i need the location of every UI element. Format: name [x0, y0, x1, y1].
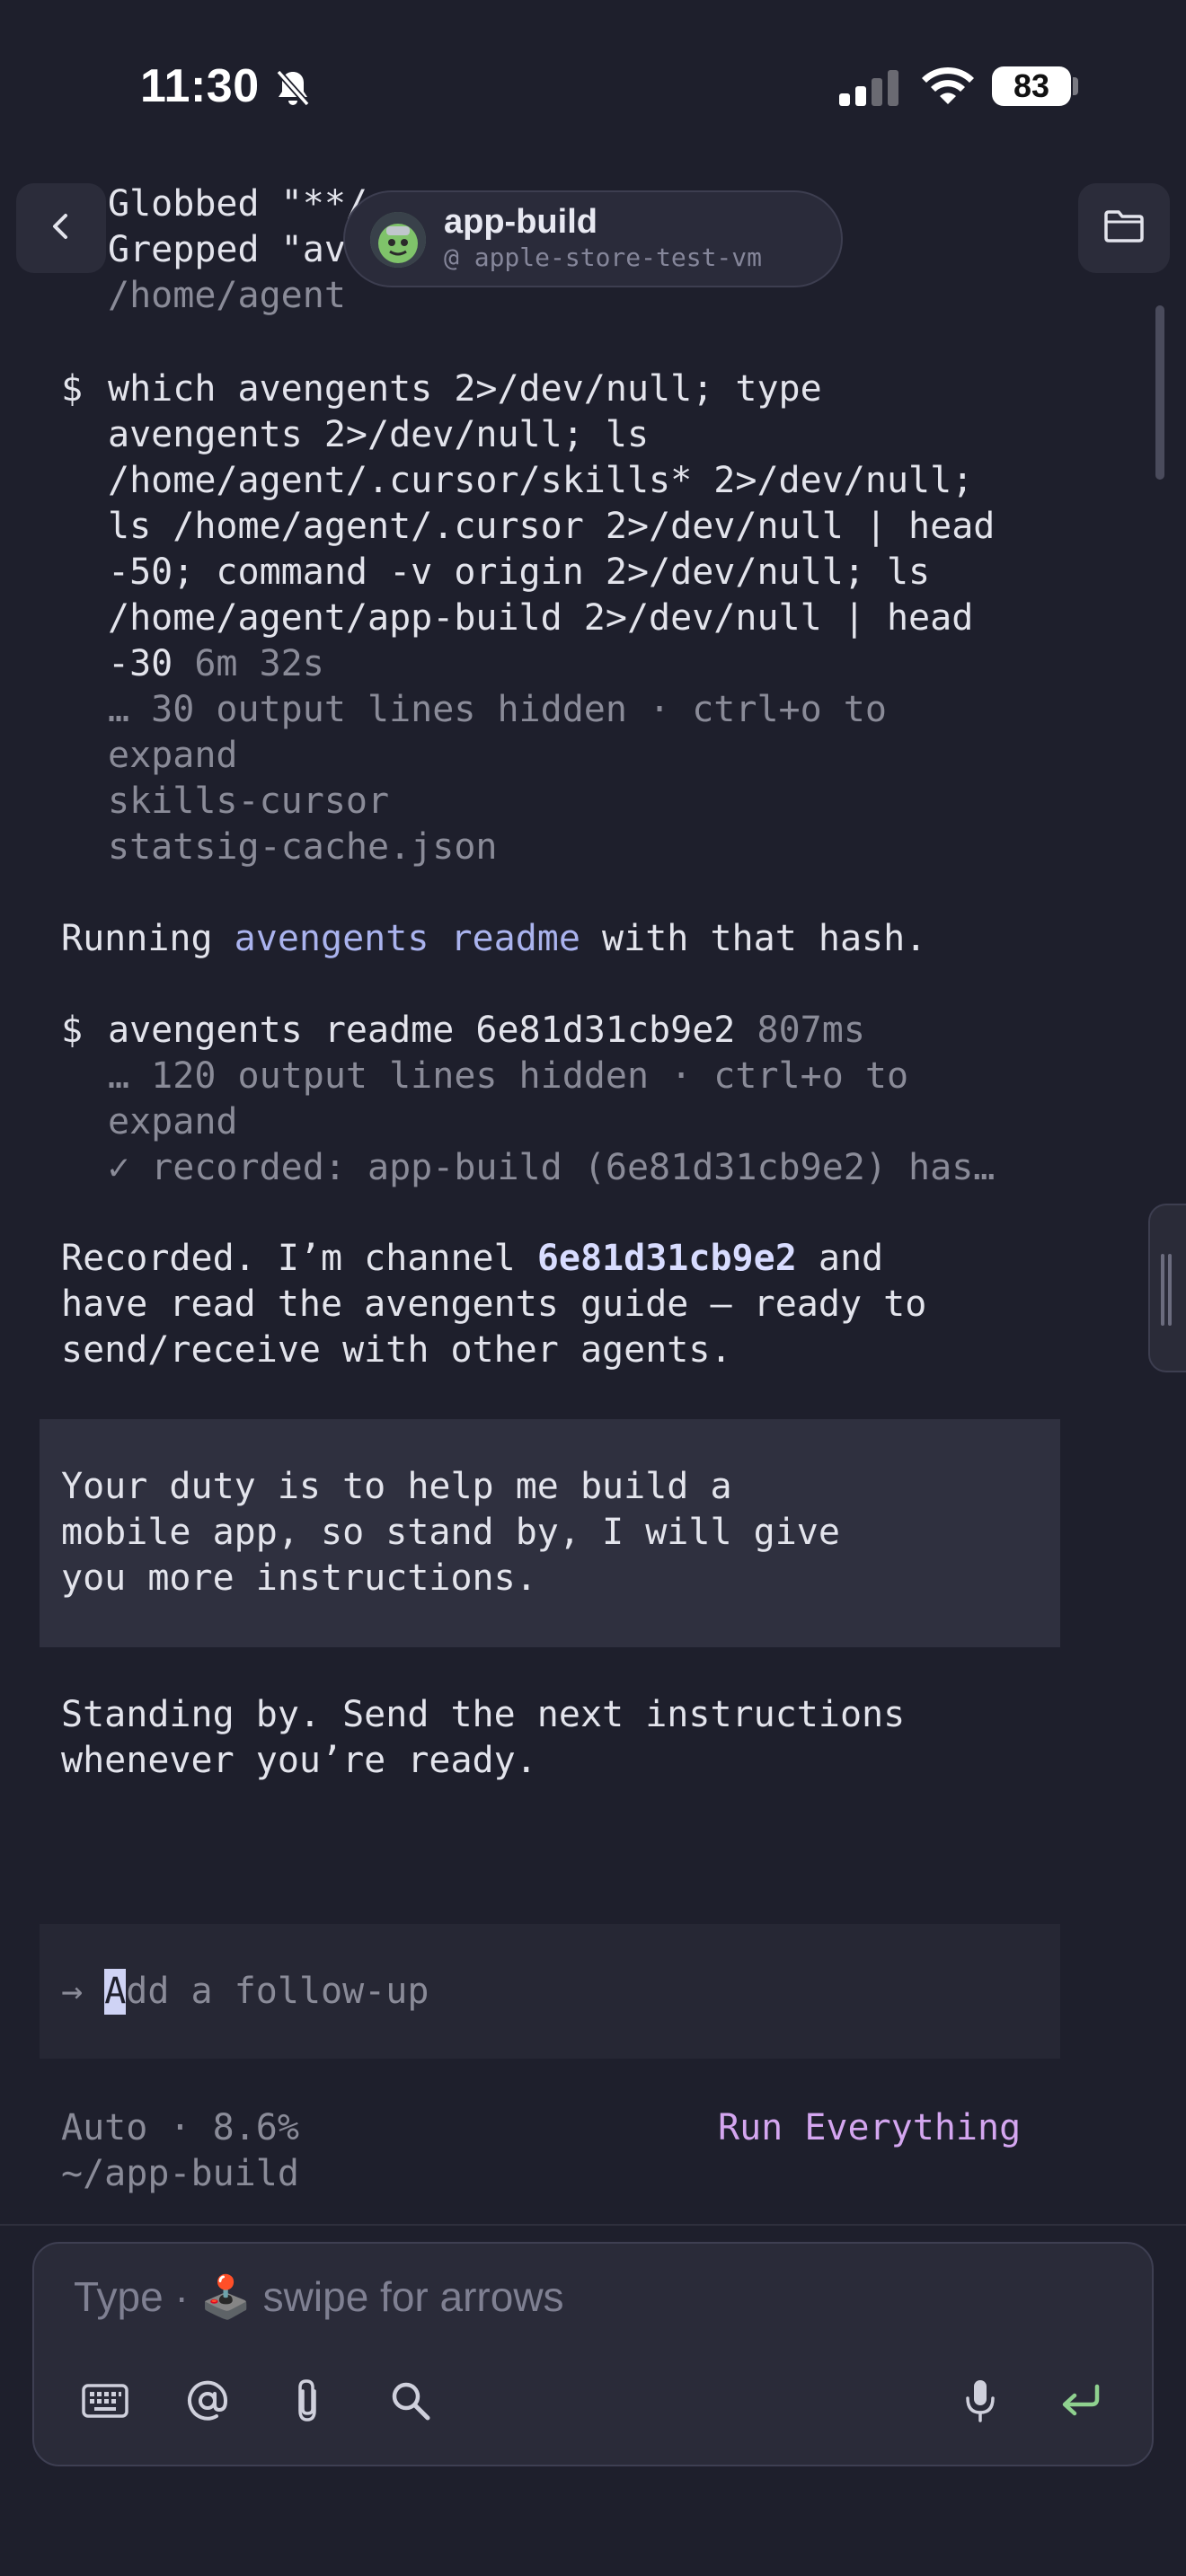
divider	[0, 2224, 1186, 2226]
running-prefix: Running	[61, 918, 235, 959]
wifi-icon	[920, 65, 976, 111]
cmd1-hidden-note[interactable]: expand	[108, 733, 238, 779]
cmd1-line: /home/agent/app-build 2>/dev/null | head	[108, 597, 974, 639]
session-subtitle: @ apple-store-test-vm	[444, 243, 763, 272]
cmd1-last-text: -30	[108, 643, 173, 684]
joystick-icon: 🕹️	[199, 2273, 252, 2320]
cmd1-line: ls /home/agent/.cursor 2>/dev/null | hea…	[108, 506, 996, 547]
paperclip-icon	[295, 2378, 322, 2427]
followup-row[interactable]: → Add a follow-up	[61, 1969, 429, 2015]
cellular-signal-icon	[839, 70, 900, 110]
silent-bell-icon	[275, 68, 311, 111]
scrollbar-thumb[interactable]	[1155, 305, 1164, 480]
placeholder-suffix: swipe for arrows	[251, 2273, 564, 2320]
attach-button[interactable]	[277, 2371, 340, 2434]
cmd1-hidden-note[interactable]: … 30 output lines hidden · ctrl+o to	[108, 687, 887, 733]
cmd1-line: /home/agent/.cursor/skills* 2>/dev/null;	[108, 460, 974, 501]
microphone-button[interactable]	[949, 2371, 1012, 2434]
side-drawer-handle[interactable]	[1148, 1204, 1186, 1372]
running-line: Running avengents readme with that hash.	[61, 916, 926, 962]
followup-arrow: →	[61, 1971, 84, 2012]
chevron-left-icon	[48, 208, 75, 248]
microphone-icon	[964, 2378, 996, 2427]
cmd1-line: which avengents 2>/dev/null; type	[108, 368, 822, 410]
cmd1-output: skills-cursor	[108, 781, 390, 822]
keyboard-icon	[82, 2384, 128, 2422]
keyboard-button[interactable]	[74, 2371, 137, 2434]
text-cursor: A	[104, 1969, 127, 2015]
back-button[interactable]	[16, 183, 106, 273]
followup-placeholder: dd a follow-up	[126, 1971, 429, 2012]
message-input-placeholder[interactable]: Type · 🕹️ swipe for arrows	[74, 2272, 564, 2322]
recorded-text: send/receive with other agents.	[61, 1329, 732, 1371]
model-mode[interactable]: Auto · 8.6%	[61, 2105, 299, 2151]
cmd2-hidden-note[interactable]: … 120 output lines hidden · ctrl+o to	[108, 1054, 908, 1099]
user-message-line: Your duty is to help me build a	[61, 1466, 732, 1507]
assistant-reply-line: Standing by. Send the next instructions	[61, 1694, 906, 1735]
recorded-line: Recorded. I’m channel 6e81d31cb9e2 and	[61, 1236, 883, 1282]
assistant-reply-line: whenever you’re ready.	[61, 1740, 537, 1781]
run-everything-button[interactable]: Run Everything	[718, 2105, 1021, 2151]
cmd1-duration: 6m 32s	[194, 643, 324, 684]
search-icon	[390, 2380, 431, 2425]
cmd2-hidden-note[interactable]: expand	[108, 1099, 238, 1145]
folder-button[interactable]	[1078, 183, 1170, 273]
recorded-text: have read the avengents guide — ready to	[61, 1284, 927, 1325]
working-directory: ~/app-build	[61, 2153, 299, 2194]
running-suffix: with that hash.	[580, 918, 927, 959]
session-title: app-build	[444, 203, 597, 241]
user-message-line: you more instructions.	[61, 1557, 537, 1599]
recorded-channel: 6e81d31cb9e2	[536, 1238, 797, 1279]
placeholder-prefix: Type ·	[74, 2273, 200, 2320]
at-icon	[186, 2379, 229, 2426]
cmd2-prompt: $	[61, 1010, 84, 1051]
folder-icon	[1103, 209, 1145, 247]
cmd2-line: avengents readme 6e81d31cb9e2 807ms	[108, 1008, 865, 1054]
cmd2-result: ✓ recorded: app-build (6e81d31cb9e2) has…	[108, 1147, 996, 1188]
cmd1-line: avengents 2>/dev/null; ls	[108, 414, 650, 455]
cmd1-output: statsig-cache.json	[108, 826, 498, 868]
running-command: avengents readme	[234, 918, 580, 959]
log-path: /home/agent	[108, 275, 346, 316]
recorded-prefix: Recorded. I’m channel	[61, 1238, 537, 1279]
recorded-suffix: and	[796, 1238, 884, 1279]
cmd1-line: -50; command -v origin 2>/dev/null; ls	[108, 551, 931, 593]
user-message-line: mobile app, so stand by, I will give	[61, 1512, 840, 1553]
battery-level: 83	[992, 66, 1071, 106]
return-arrow-icon	[1059, 2383, 1102, 2422]
status-time: 11:30	[140, 60, 260, 112]
mention-button[interactable]	[176, 2371, 239, 2434]
battery-cap	[1073, 77, 1078, 95]
search-button[interactable]	[379, 2371, 442, 2434]
cmd1-prompt: $	[61, 368, 84, 410]
cmd2-text: avengents readme 6e81d31cb9e2	[108, 1010, 736, 1051]
agent-avatar	[370, 212, 426, 268]
log-globbed: Globbed "**/	[108, 183, 367, 225]
log-grepped: Grepped "av	[108, 229, 346, 270]
cmd2-duration: 807ms	[757, 1010, 865, 1051]
cmd1-line-last: -30 6m 32s	[108, 641, 324, 687]
send-button[interactable]	[1049, 2371, 1112, 2434]
